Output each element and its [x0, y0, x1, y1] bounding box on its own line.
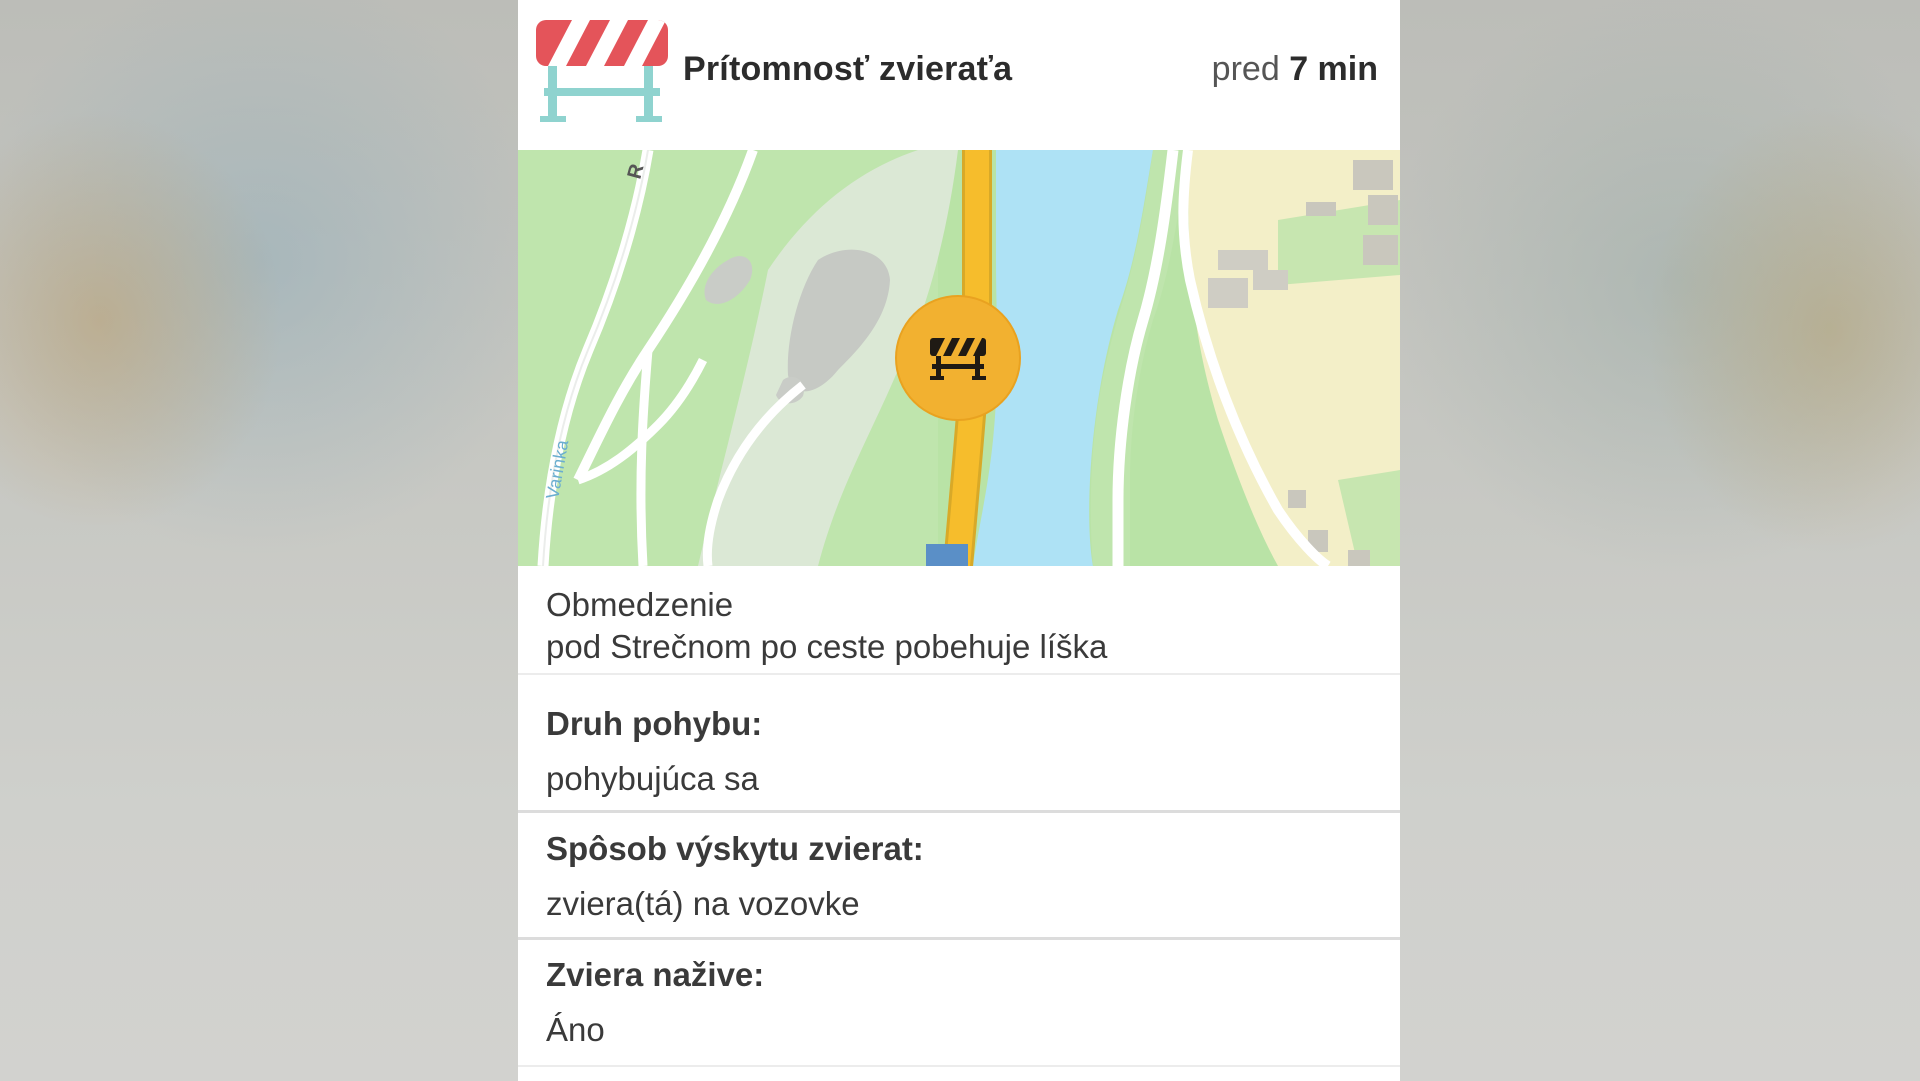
map-view[interactable]: Varinka R	[518, 150, 1400, 566]
event-detail-panel: Prítomnosť zvieraťa pred 7 min Varinka R…	[518, 0, 1400, 1081]
detail-label: Druh pohybu:	[546, 705, 763, 742]
divider	[518, 1065, 1400, 1067]
incident-marker[interactable]	[895, 295, 1021, 421]
road-barrier-icon	[536, 20, 668, 122]
road-sign-icon	[926, 544, 968, 566]
detail-row-movement: Druh pohybu: pohybujúca sa	[518, 675, 1400, 810]
detail-value: Áno	[546, 1011, 605, 1048]
restriction-section: Obmedzenie pod Strečnom po ceste pobehuj…	[518, 566, 1400, 673]
event-title: Prítomnosť zvieraťa	[683, 50, 1013, 88]
restriction-description: pod Strečnom po ceste pobehuje líška	[546, 628, 1108, 665]
time-value: 7 min	[1289, 50, 1378, 88]
detail-row-alive: Zviera nažive: Áno	[518, 940, 1400, 1065]
detail-row-occurrence: Spôsob výskytu zvierat: zviera(tá) na vo…	[518, 813, 1400, 937]
detail-label: Zviera nažive:	[546, 956, 765, 993]
time-prefix: pred	[1211, 50, 1280, 88]
event-time: pred 7 min	[1212, 50, 1378, 89]
event-header: Prítomnosť zvieraťa pred 7 min	[518, 0, 1400, 150]
detail-value: zviera(tá) na vozovke	[546, 885, 860, 922]
detail-label: Spôsob výskytu zvierat:	[546, 830, 924, 867]
detail-value: pohybujúca sa	[546, 760, 759, 797]
restriction-label: Obmedzenie	[546, 586, 734, 623]
